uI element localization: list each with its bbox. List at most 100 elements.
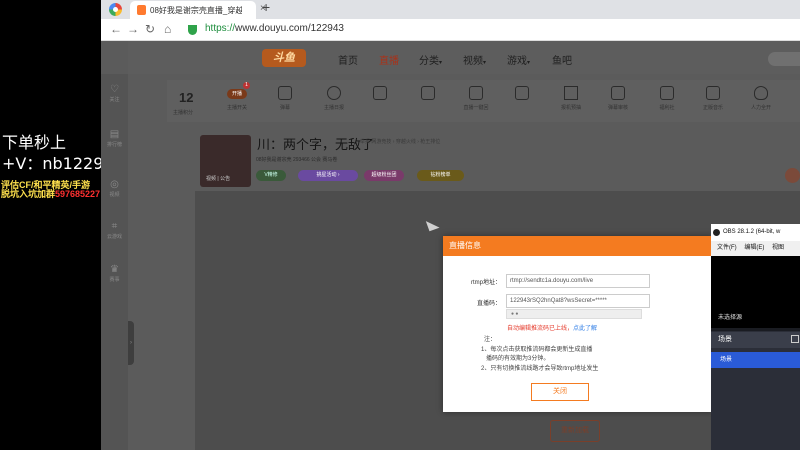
- obs-scene-item[interactable]: 场景: [711, 352, 800, 368]
- toolbar-item-badge[interactable]: [502, 80, 542, 122]
- gamepad-icon: ⌗: [111, 221, 118, 232]
- toolbar-item-calendar[interactable]: [408, 80, 448, 122]
- sidebar-item-rank[interactable]: ▤ 排行榜: [101, 129, 128, 148]
- tab-bar: 08好我是谢宗壳直播_穿越火线 × +: [101, 0, 800, 19]
- obs-menu-edit[interactable]: 编辑(E): [744, 245, 764, 251]
- note-1: 1、每次点击获取推流码都会更新生成直播: [481, 347, 593, 353]
- store-icon: [660, 86, 674, 100]
- sidebar-item-cloud-game[interactable]: ⌗ 云游戏: [101, 221, 128, 240]
- heart-icon: ♡: [110, 84, 119, 95]
- key-label: 直播码：: [476, 301, 501, 307]
- rtmp-field[interactable]: rtmp://sendtc1a.douyu.com/live: [506, 274, 650, 288]
- reload-icon[interactable]: ↻: [145, 22, 155, 36]
- obs-scene-options-icon[interactable]: [791, 335, 799, 343]
- browser-tab[interactable]: 08好我是谢宗壳直播_穿越火线 ×: [130, 1, 266, 19]
- stream-key-masked: ● ●: [506, 309, 642, 319]
- sidebar-item-video[interactable]: ◎ 视频: [101, 179, 128, 198]
- close-button[interactable]: 关闭: [531, 383, 589, 401]
- overlay-line-1: 下单秒上: [2, 133, 67, 152]
- room-title: 川：两个字，无敌了: [257, 137, 375, 152]
- navigation-bar: ← → ↻ ⌂ https://www.douyu.com/122943: [101, 19, 800, 41]
- toolbar-item-switch[interactable]: 主播开关: [217, 80, 257, 122]
- nav-home[interactable]: 首页: [338, 52, 358, 67]
- report-icon: [327, 86, 341, 100]
- toolbar-item-lottery[interactable]: 报机预抽: [551, 80, 591, 122]
- nav-video[interactable]: 视频▾: [463, 52, 486, 67]
- obs-menubar: 文件(F) 编辑(E) 视图: [711, 241, 800, 256]
- home-icon[interactable]: ⌂: [164, 22, 171, 36]
- obs-scenes-header: 场景: [711, 332, 800, 348]
- toolbar-item-review[interactable]: 弹幕审核: [598, 80, 638, 122]
- nav-live[interactable]: 直播: [379, 52, 399, 67]
- toolbar-item-more[interactable]: [787, 80, 800, 122]
- shield-icon: [611, 86, 625, 100]
- nav-fishbar[interactable]: 鱼吧: [552, 52, 572, 67]
- fire-icon: [754, 86, 768, 100]
- tag-diamond[interactable]: 钻粉榜单: [417, 170, 464, 181]
- note-1b: 播码的有效期为3分钟。: [486, 356, 550, 362]
- obs-logo-icon: [713, 229, 720, 236]
- toolbar-item-replay[interactable]: 直播一键回: [456, 80, 496, 122]
- stream-key-field[interactable]: 122943rSQ2hnQat8?wsSecret=*****: [506, 294, 650, 308]
- obs-menu-view[interactable]: 视图: [772, 245, 784, 251]
- obs-title: OBS 28.1.2 (64-bit, w: [711, 224, 800, 241]
- obs-no-source-label: 未选择源: [718, 315, 743, 321]
- site-header: 斗鱼 首页 直播 分类▾ 视频▾ 游戏▾ 鱼吧: [128, 41, 800, 74]
- trophy-icon: ♛: [110, 264, 119, 275]
- obs-window: OBS 28.1.2 (64-bit, w 文件(F) 编辑(E) 视图 未选择…: [711, 224, 800, 450]
- note-2: 2、只有切换推流线路才会导致rtmp地址发生: [481, 366, 599, 372]
- tag-v[interactable]: V精修: [256, 170, 286, 181]
- douyu-logo[interactable]: 斗鱼: [262, 49, 306, 67]
- sidebar-item-follow[interactable]: ♡ 关注: [101, 84, 128, 103]
- room-header: 视频 | 公告 川：两个字，无敌了 举报 网游竞技 › 穿越火线 › 枪王排位 …: [200, 133, 800, 187]
- sidebar-collapse-handle[interactable]: ›: [128, 321, 134, 365]
- room-thumb-label: 视频 | 公告: [206, 176, 231, 182]
- stream-info-dialog: 直播信息 rtmp地址： rtmp://sendtc1a.douyu.com/l…: [443, 236, 713, 412]
- stream-overlay: 下单秒上 +V：nb122943 评估CF/和平精英/手游 脱坑入坑加群5976…: [0, 0, 124, 450]
- toolbar-item-music[interactable]: 正版音乐: [693, 80, 733, 122]
- music-icon: [706, 86, 720, 100]
- anchor-points-value: 12: [179, 90, 194, 105]
- reload-button[interactable]: 重新加载: [550, 420, 600, 442]
- address-bar[interactable]: https://www.douyu.com/122943: [205, 23, 344, 34]
- browser-logo-icon: [109, 3, 122, 16]
- rank-icon: ▤: [109, 129, 120, 140]
- calendar-icon: [421, 86, 435, 100]
- room-meta: 08好我是谢宗壳 293466 公会 赛马卷: [256, 157, 338, 163]
- toolbar-item-fire[interactable]: 人力全开: [741, 80, 781, 122]
- rtmp-label: rtmp地址：: [470, 280, 501, 286]
- obs-menu-file[interactable]: 文件(F): [717, 245, 737, 251]
- toolbar-item-danmu[interactable]: 弹幕: [265, 80, 305, 122]
- sidebar-item-events[interactable]: ♛ 赛事: [101, 264, 128, 283]
- auto-key-notice: 自动编辑推流码已上线，点此了解: [507, 326, 598, 332]
- gift-icon: [373, 86, 387, 100]
- tag-fans[interactable]: 超级粉丝团: [364, 170, 404, 181]
- search-input[interactable]: [768, 52, 800, 66]
- waveform-icon: [278, 86, 292, 100]
- dialog-title: 直播信息: [443, 236, 713, 256]
- tag-challenge[interactable]: 挑星活动 ›: [298, 170, 358, 181]
- anchor-points-label: 主播积分: [173, 110, 194, 116]
- note-heading: 注：: [484, 337, 497, 343]
- forward-icon[interactable]: →: [127, 22, 139, 36]
- nav-category[interactable]: 分类▾: [419, 52, 442, 67]
- room-thumbnail[interactable]: 视频 | 公告: [200, 135, 251, 187]
- learn-more-link[interactable]: 点此了解: [573, 326, 597, 332]
- new-tab-icon[interactable]: +: [262, 0, 270, 15]
- douyu-favicon-icon: [137, 5, 146, 15]
- user-avatar[interactable]: [785, 168, 800, 183]
- toolbar-item-welfare[interactable]: 福利社: [647, 80, 687, 122]
- overlay-line-4: 脱坑入坑加群597685227: [1, 189, 101, 199]
- obs-divider: [711, 328, 800, 331]
- tab-title: 08好我是谢宗壳直播_穿越火线: [150, 6, 242, 15]
- back-icon[interactable]: ←: [110, 22, 122, 36]
- video-icon: ◎: [110, 179, 119, 190]
- toolbar-item-daily[interactable]: 主播日报: [314, 80, 354, 122]
- left-sidebar: ♡ 关注 ▤ 排行榜 ◎ 视频 ⌗ 云游戏 ♛ 赛事: [101, 74, 128, 450]
- anchor-toolbar: 12 主播积分 开播 1 主播开关 弹幕 主播日报 直播一键回 报机预抽 弹幕审…: [167, 80, 800, 122]
- screen: 下单秒上 +V：nb122943 评估CF/和平精英/手游 脱坑入坑加群5976…: [0, 0, 800, 450]
- room-breadcrumb[interactable]: 举报 网游竞技 › 穿越火线 › 枪王排位: [360, 138, 440, 145]
- clipboard-icon: [469, 86, 483, 100]
- nav-games[interactable]: 游戏▾: [507, 52, 530, 67]
- toolbar-item-gift[interactable]: [360, 80, 400, 122]
